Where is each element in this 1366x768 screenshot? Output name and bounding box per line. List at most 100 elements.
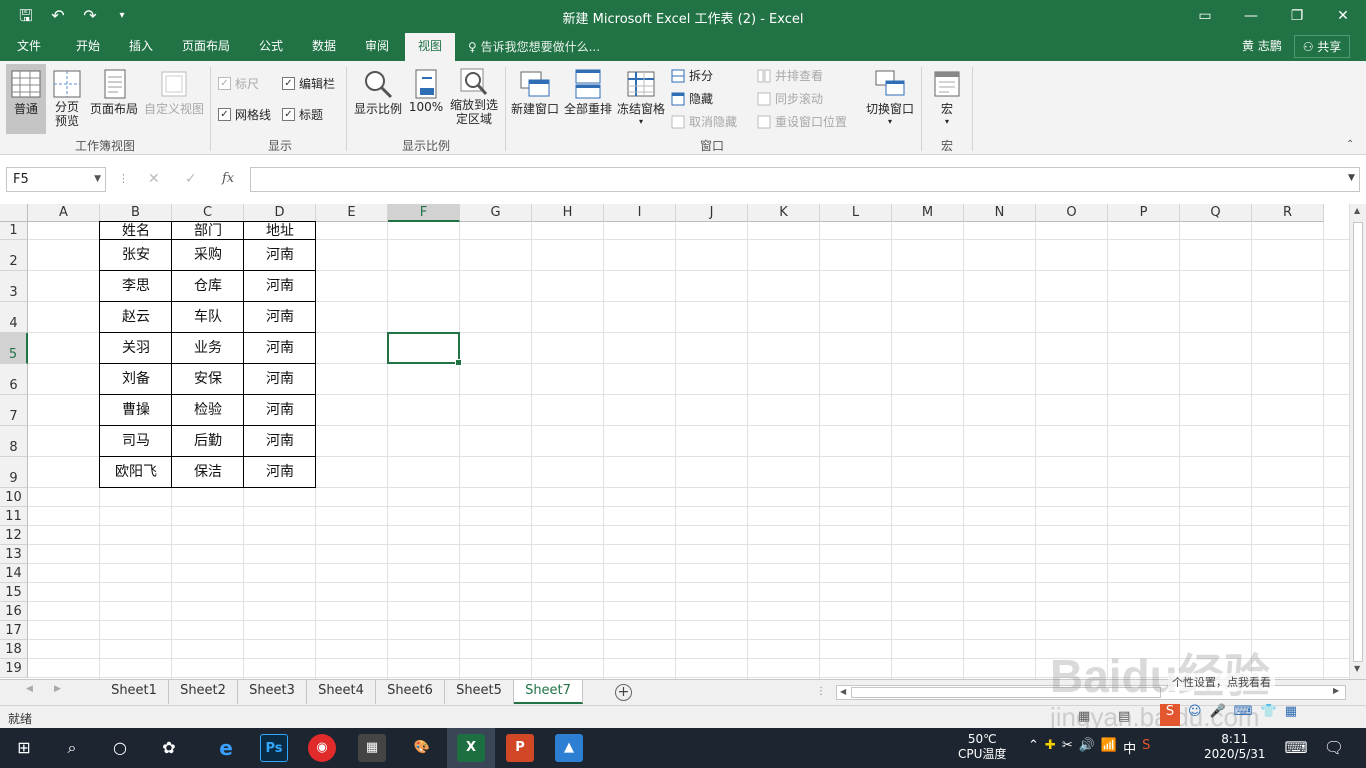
security-icon[interactable]: ✚ [1045, 738, 1056, 757]
task-view-icon[interactable]: ○ [108, 736, 132, 760]
table-header-cell[interactable]: 地址 [244, 222, 316, 240]
side-by-side-button[interactable]: 并排查看 [757, 67, 823, 84]
row-header-7[interactable]: 7 [0, 395, 28, 426]
normal-view-status-icon[interactable]: ▦ [1078, 709, 1090, 724]
table-cell[interactable]: 关羽 [100, 333, 172, 364]
table-cell[interactable]: 河南 [244, 426, 316, 457]
table-cell[interactable]: 车队 [172, 302, 244, 333]
sheet-tab-sheet2[interactable]: Sheet2 [169, 680, 238, 704]
row-header-12[interactable]: 12 [0, 526, 28, 545]
add-sheet-icon[interactable]: + [615, 684, 632, 701]
column-header-i[interactable]: I [604, 204, 676, 222]
table-cell[interactable]: 李思 [100, 271, 172, 302]
table-cell[interactable]: 河南 [244, 240, 316, 271]
row-header-14[interactable]: 14 [0, 564, 28, 583]
table-cell[interactable]: 业务 [172, 333, 244, 364]
sheet-tab-sheet4[interactable]: Sheet4 [307, 680, 376, 704]
tell-me-box[interactable]: ♀ 告诉我您想要做什么... [468, 33, 600, 61]
photos-icon[interactable]: ▲ [555, 734, 583, 762]
table-cell[interactable]: 河南 [244, 364, 316, 395]
user-name[interactable]: 黄 志鹏 [1242, 33, 1282, 59]
row-header-13[interactable]: 13 [0, 545, 28, 564]
table-cell[interactable]: 欧阳飞 [100, 457, 172, 488]
column-header-b[interactable]: B [100, 204, 172, 222]
sheet-tab-sheet1[interactable]: Sheet1 [100, 680, 169, 704]
table-cell[interactable]: 河南 [244, 457, 316, 488]
worksheet-grid[interactable]: ABCDEFGHIJKLMNOPQR 1 2 3 4 5 6 7 8 9 10 11 12 13 14 15… [0, 204, 1349, 679]
column-header-o[interactable]: O [1036, 204, 1108, 222]
column-header-n[interactable]: N [964, 204, 1036, 222]
excel-icon[interactable]: X [457, 734, 485, 762]
sync-scroll-button[interactable]: 同步滚动 [757, 90, 823, 107]
headings-checkbox[interactable]: ✓ 标题 [282, 106, 323, 123]
column-header-k[interactable]: K [748, 204, 820, 222]
table-cell[interactable]: 张安 [100, 240, 172, 271]
pinwheel-app-icon[interactable]: ✿ [157, 736, 181, 760]
table-cell[interactable]: 检验 [172, 395, 244, 426]
network-icon[interactable]: 📶 [1101, 738, 1117, 757]
table-cell[interactable]: 河南 [244, 395, 316, 426]
tab-page-layout[interactable]: 页面布局 [172, 33, 240, 61]
column-header-f[interactable]: F [388, 204, 460, 222]
windows-start-icon[interactable]: ⊞ [12, 736, 36, 760]
tab-view[interactable]: 视图 [405, 33, 455, 61]
column-header-p[interactable]: P [1108, 204, 1180, 222]
name-box[interactable]: F5 ▼ [6, 167, 106, 192]
expand-formula-icon[interactable]: ▼ [1348, 173, 1355, 183]
table-cell[interactable]: 河南 [244, 271, 316, 302]
ribbon-display-icon[interactable]: ▭ [1182, 0, 1228, 33]
tab-home[interactable]: 开始 [62, 33, 114, 61]
cancel-icon[interactable]: ✕ [148, 171, 160, 187]
table-cell[interactable]: 保洁 [172, 457, 244, 488]
scroll-down-icon[interactable]: ▼ [1354, 664, 1360, 673]
collapse-ribbon-icon[interactable]: ⌃ [1346, 139, 1354, 150]
tab-file[interactable]: 文件 [4, 33, 54, 61]
new-window-button[interactable]: 新建窗口 [510, 64, 560, 134]
restore-icon[interactable]: ❐ [1274, 0, 1320, 33]
column-header-d[interactable]: D [244, 204, 316, 222]
selected-cell[interactable] [387, 332, 462, 366]
page-layout-view-button[interactable]: 页面布局 [88, 64, 140, 134]
zoom-to-selection-button[interactable]: 缩放到选定区域 [448, 64, 500, 134]
enter-icon[interactable]: ✓ [185, 171, 197, 187]
row-header-19[interactable]: 19 [0, 659, 28, 678]
tab-data[interactable]: 数据 [298, 33, 350, 61]
column-header-l[interactable]: L [820, 204, 892, 222]
search-icon[interactable]: ⌕ [60, 736, 84, 760]
page-break-preview-button[interactable]: 分页预览 [48, 64, 86, 134]
sogou-tray-icon[interactable]: S [1142, 738, 1150, 757]
row-header-1[interactable]: 1 [0, 222, 28, 240]
column-header-q[interactable]: Q [1180, 204, 1252, 222]
horizontal-scrollbar[interactable]: ◀ [836, 685, 1346, 700]
scroll-right-icon[interactable]: ▶ [1333, 686, 1339, 695]
tab-insert[interactable]: 插入 [116, 33, 166, 61]
share-button[interactable]: ⚇ 共享 [1294, 35, 1350, 58]
notifications-icon[interactable]: 🗨 [1322, 736, 1346, 760]
insert-function-icon[interactable]: fx [222, 171, 234, 186]
netease-music-icon[interactable]: ◉ [308, 734, 336, 762]
column-header-j[interactable]: J [676, 204, 748, 222]
row-header-10[interactable]: 10 [0, 488, 28, 507]
minimize-icon[interactable]: — [1228, 0, 1274, 33]
column-header-m[interactable]: M [892, 204, 964, 222]
sheet-tab-sheet6[interactable]: Sheet6 [376, 680, 445, 704]
row-header-15[interactable]: 15 [0, 583, 28, 602]
prev-sheet-icon[interactable]: ◀ [26, 684, 33, 694]
paint-icon[interactable]: 🎨 [408, 734, 436, 762]
table-cell[interactable]: 刘备 [100, 364, 172, 395]
show-hidden-icon[interactable]: ⌃ [1028, 738, 1039, 757]
powerpoint-icon[interactable]: P [506, 734, 534, 762]
close-icon[interactable]: ✕ [1320, 0, 1366, 33]
next-sheet-icon[interactable]: ▶ [54, 684, 61, 694]
tab-review[interactable]: 审阅 [352, 33, 402, 61]
scroll-up-icon[interactable]: ▲ [1354, 206, 1360, 215]
column-header-r[interactable]: R [1252, 204, 1324, 222]
sheet-tab-sheet3[interactable]: Sheet3 [238, 680, 307, 704]
horizontal-scroll-thumb[interactable] [851, 687, 1161, 698]
row-header-9[interactable]: 9 [0, 457, 28, 488]
row-header-2[interactable]: 2 [0, 240, 28, 271]
arrange-all-button[interactable]: 全部重排 [563, 64, 613, 134]
cpu-temperature[interactable]: 50℃ CPU温度 [958, 732, 1006, 762]
table-header-cell[interactable]: 部门 [172, 222, 244, 240]
zoom-100-button[interactable]: 100% [406, 64, 446, 134]
